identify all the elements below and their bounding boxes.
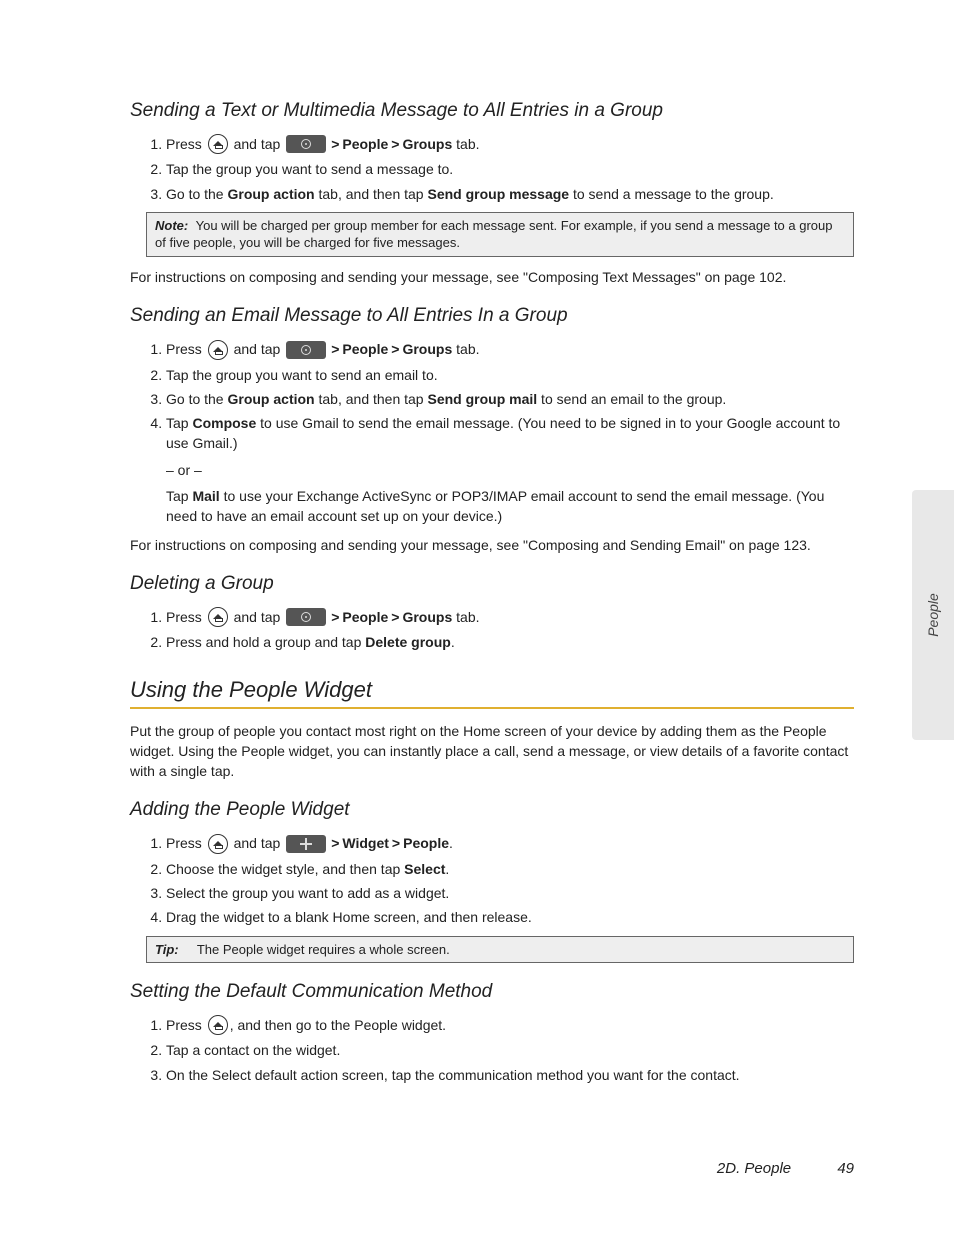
paragraph: For instructions on composing and sendin… (130, 267, 854, 287)
groups-label: Groups (402, 136, 452, 152)
home-icon (208, 134, 228, 154)
apps-icon (286, 341, 326, 359)
step: Press and tap >People>Groups tab. (166, 339, 854, 360)
tip-text: The People widget requires a whole scree… (197, 942, 450, 957)
or-divider: – or – (166, 460, 854, 480)
plus-icon (286, 835, 326, 853)
home-icon (208, 1015, 228, 1035)
heading-send-email-group: Sending an Email Message to All Entries … (130, 305, 854, 327)
step: Press and tap >People>Groups tab. (166, 607, 854, 628)
apps-icon (286, 608, 326, 626)
step: Go to the Group action tab, and then tap… (166, 389, 854, 409)
chevron-right-icon: > (331, 609, 339, 625)
steps-default-comm: Press , and then go to the People widget… (130, 1015, 854, 1085)
step: Tap Compose to use Gmail to send the ema… (166, 413, 854, 526)
step: Tap the group you want to send an email … (166, 365, 854, 385)
apps-icon (286, 135, 326, 153)
note-box: Note: You will be charged per group memb… (146, 212, 854, 257)
paragraph: Put the group of people you contact most… (130, 721, 854, 782)
paragraph: For instructions on composing and sendin… (130, 535, 854, 555)
chevron-right-icon: > (391, 341, 399, 357)
people-label: People (342, 136, 388, 152)
step: Drag the widget to a blank Home screen, … (166, 907, 854, 927)
chevron-right-icon: > (391, 136, 399, 152)
step: Press and hold a group and tap Delete gr… (166, 632, 854, 652)
heading-default-comm: Setting the Default Communication Method (130, 981, 854, 1003)
step: Go to the Group action tab, and then tap… (166, 184, 854, 204)
note-text: You will be charged per group member for… (155, 218, 832, 251)
steps-send-email-group: Press and tap >People>Groups tab. Tap th… (130, 339, 854, 526)
heading-add-widget: Adding the People Widget (130, 799, 854, 821)
step: Press and tap >Widget>People. (166, 833, 854, 854)
step: Press and tap >People>Groups tab. (166, 134, 854, 155)
chevron-right-icon: > (391, 609, 399, 625)
home-icon (208, 607, 228, 627)
accent-rule (130, 707, 854, 709)
home-icon (208, 834, 228, 854)
step: On the Select default action screen, tap… (166, 1065, 854, 1085)
steps-send-mms-group: Press and tap >People>Groups tab. Tap th… (130, 134, 854, 204)
step: Press , and then go to the People widget… (166, 1015, 854, 1036)
chevron-right-icon: > (392, 835, 400, 851)
note-label: Note: (155, 218, 188, 233)
steps-delete-group: Press and tap >People>Groups tab. Press … (130, 607, 854, 653)
page-content: Sending a Text or Multimedia Message to … (0, 0, 954, 1085)
home-icon (208, 340, 228, 360)
page-footer: 2D. People 49 (717, 1160, 854, 1177)
steps-add-widget: Press and tap >Widget>People. Choose the… (130, 833, 854, 927)
step-alt: Tap Mail to use your Exchange ActiveSync… (166, 486, 854, 527)
chevron-right-icon: > (331, 341, 339, 357)
step: Tap the group you want to send a message… (166, 159, 854, 179)
footer-section: 2D. People (717, 1160, 791, 1177)
heading-send-mms-group: Sending a Text or Multimedia Message to … (130, 100, 854, 122)
tip-box: Tip: The People widget requires a whole … (146, 936, 854, 964)
step: Select the group you want to add as a wi… (166, 883, 854, 903)
footer-page-number: 49 (837, 1160, 854, 1177)
side-tab-label: People (925, 593, 941, 637)
side-tab: People (912, 490, 954, 740)
chevron-right-icon: > (331, 136, 339, 152)
step: Tap a contact on the widget. (166, 1040, 854, 1060)
heading-people-widget: Using the People Widget (130, 677, 854, 703)
chevron-right-icon: > (331, 835, 339, 851)
tip-label: Tip: (155, 942, 179, 957)
heading-delete-group: Deleting a Group (130, 573, 854, 595)
step: Choose the widget style, and then tap Se… (166, 859, 854, 879)
